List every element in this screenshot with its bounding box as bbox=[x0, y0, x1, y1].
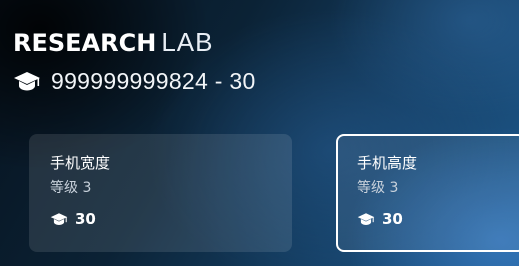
graduation-cap-icon bbox=[13, 70, 41, 92]
research-lab-logo: RESEARCH LAB bbox=[13, 27, 214, 57]
upgrade-card-phone-width[interactable]: 手机宽度 等级 3 30 bbox=[29, 134, 292, 252]
card-title: 手机宽度 bbox=[50, 154, 111, 172]
research-points-text: 999999999824 - 30 bbox=[51, 67, 256, 94]
graduation-cap-icon bbox=[357, 212, 375, 226]
card-cost-value: 30 bbox=[75, 210, 96, 228]
card-title: 手机高度 bbox=[357, 154, 418, 172]
upgrade-card-phone-height[interactable]: 手机高度 等级 3 30 bbox=[336, 134, 519, 252]
graduation-cap-icon bbox=[50, 212, 68, 226]
card-cost-value: 30 bbox=[382, 210, 403, 228]
research-points-display: 999999999824 - 30 bbox=[13, 66, 256, 96]
card-level: 等级 3 bbox=[50, 180, 92, 196]
card-level: 等级 3 bbox=[357, 180, 399, 196]
card-cost: 30 bbox=[357, 210, 403, 228]
logo-research-text: RESEARCH bbox=[13, 29, 157, 57]
card-cost: 30 bbox=[50, 210, 96, 228]
logo-lab-text: LAB bbox=[161, 27, 214, 57]
